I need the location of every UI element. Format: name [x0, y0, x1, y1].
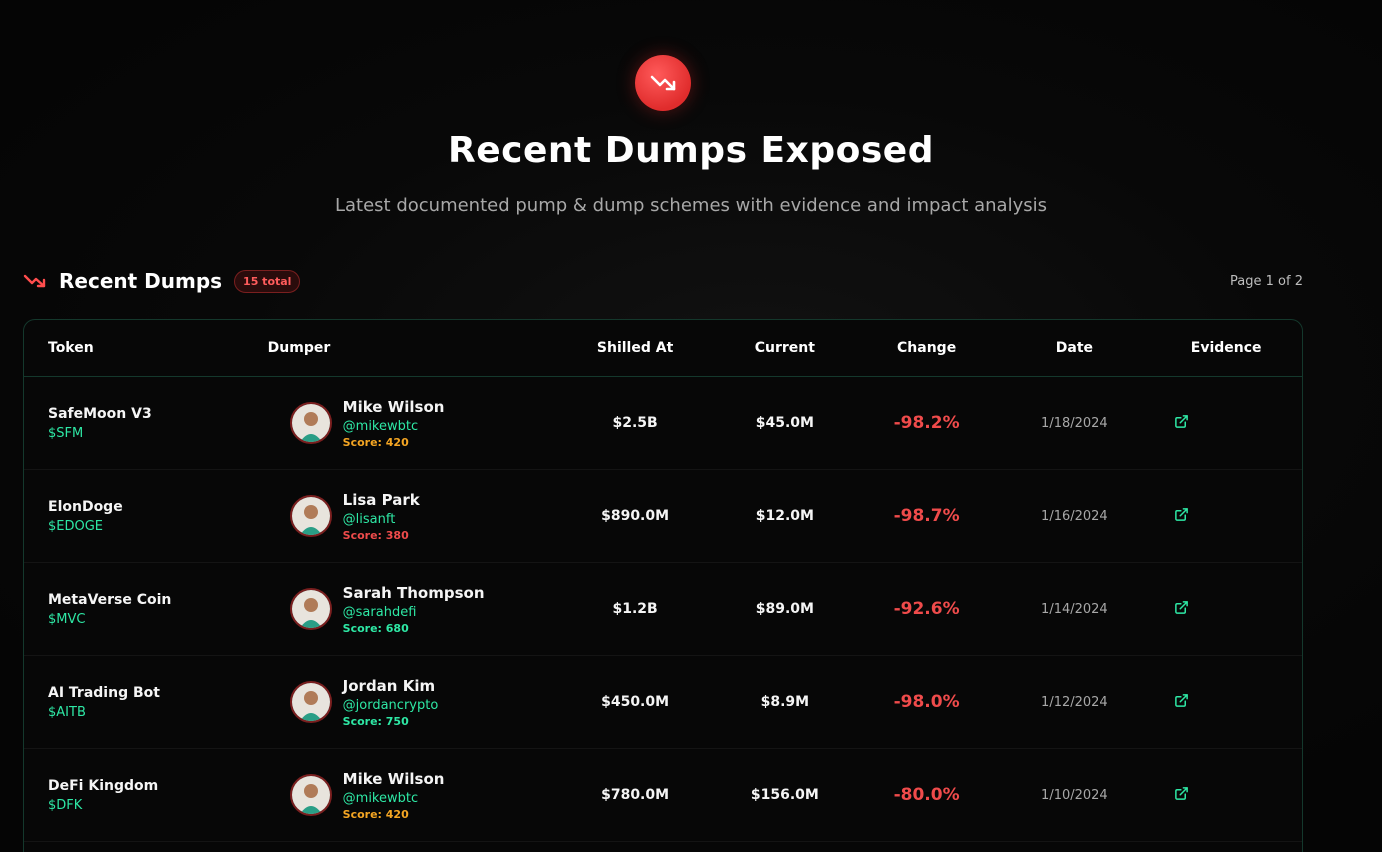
dumper-handle[interactable]: @lisanft — [343, 512, 420, 527]
change-value: -98.0% — [893, 692, 960, 712]
header-date: Date — [1055, 340, 1094, 356]
dumper-handle[interactable]: @mikewbtc — [343, 791, 445, 806]
dumper-cell: Mike Wilson @mikewbtc Score: 420 — [268, 398, 556, 449]
dumper-score: Score: 380 — [342, 528, 409, 542]
table-row[interactable]: AI Trading Bot $AITB Jordan Kim @jordanc… — [24, 656, 1302, 749]
current-value: $12.0M — [755, 508, 814, 524]
dumper-score: Score: 750 — [342, 714, 409, 728]
dumper-name[interactable]: Sarah Thompson — [343, 584, 485, 602]
header-token: Token — [48, 340, 94, 356]
dumper-cell: Sarah Thompson @sarahdefi Score: 680 — [268, 584, 556, 635]
token-symbol: $MVC — [48, 611, 86, 627]
external-link-icon[interactable] — [1173, 693, 1189, 709]
header-shilled: Shilled At — [596, 340, 674, 356]
header-dumper: Dumper — [267, 340, 331, 356]
dumper-cell: Mike Wilson @mikewbtc Score: 420 — [268, 770, 556, 821]
dump-date: 1/16/2024 — [1041, 508, 1108, 524]
token-cell: SafeMoon V3 $SFM — [24, 406, 268, 441]
dumper-name[interactable]: Jordan Kim — [343, 677, 439, 695]
dumps-table: Token Dumper Shilled At Current Change D… — [23, 319, 1303, 852]
avatar[interactable] — [289, 681, 332, 723]
token-name: SafeMoon V3 — [48, 405, 152, 422]
external-link-icon[interactable] — [1173, 600, 1189, 616]
avatar[interactable] — [289, 402, 332, 444]
token-symbol: $SFM — [48, 425, 84, 441]
header-change: Change — [897, 340, 957, 356]
total-count-badge: 15 total — [234, 269, 301, 293]
dump-date: 1/18/2024 — [1041, 415, 1108, 431]
external-link-icon[interactable] — [1173, 414, 1189, 430]
trending-down-icon — [23, 271, 49, 291]
header-current: Current — [754, 340, 815, 356]
change-value: -80.0% — [893, 785, 960, 805]
shilled-value: $450.0M — [601, 694, 670, 710]
evidence-cell — [1150, 600, 1302, 619]
token-name: DeFi Kingdom — [48, 777, 159, 794]
dumper-handle[interactable]: @jordancrypto — [343, 698, 439, 713]
dumper-name[interactable]: Mike Wilson — [343, 398, 445, 416]
dumper-cell: Lisa Park @lisanft Score: 380 — [268, 491, 556, 542]
current-value: $156.0M — [750, 787, 819, 803]
table-row[interactable]: DeFi Kingdom $DFK Mike Wilson @mikewbtc … — [24, 749, 1302, 842]
dumper-name[interactable]: Mike Wilson — [343, 770, 445, 788]
dumper-name[interactable]: Lisa Park — [343, 491, 420, 509]
dumper-score: Score: 680 — [342, 621, 409, 635]
shilled-value: $780.0M — [601, 787, 670, 803]
token-name: MetaVerse Coin — [48, 591, 172, 608]
evidence-cell — [1150, 414, 1302, 433]
table-header: Token Dumper Shilled At Current Change D… — [24, 320, 1302, 377]
evidence-cell — [1150, 507, 1302, 526]
token-symbol: $EDOGE — [48, 518, 104, 534]
dumper-cell: Jordan Kim @jordancrypto Score: 750 — [268, 677, 556, 728]
dumper-handle[interactable]: @mikewbtc — [343, 419, 445, 434]
shilled-value: $890.0M — [601, 508, 670, 524]
trending-down-icon — [635, 55, 691, 111]
avatar[interactable] — [289, 774, 332, 816]
token-name: ElonDoge — [48, 498, 123, 515]
token-name: AI Trading Bot — [48, 684, 160, 701]
section-title: Recent Dumps — [59, 269, 223, 293]
dumper-handle[interactable]: @sarahdefi — [343, 605, 485, 620]
table-row[interactable]: MetaVerse Coin $MVC Sarah Thompson @sara… — [24, 563, 1302, 656]
page-subtitle: Latest documented pump & dump schemes wi… — [334, 195, 1047, 216]
table-row[interactable]: ElonDoge $EDOGE Lisa Park @lisanft Score… — [24, 470, 1302, 563]
change-value: -98.2% — [893, 413, 960, 433]
header-evidence: Evidence — [1190, 340, 1262, 356]
table-row[interactable]: SafeMoon V3 $SFM Mike Wilson @mikewbtc S… — [24, 377, 1302, 470]
token-symbol: $AITB — [48, 704, 86, 720]
external-link-icon[interactable] — [1173, 786, 1189, 802]
avatar[interactable] — [289, 495, 332, 537]
token-symbol: $DFK — [48, 797, 83, 813]
evidence-cell — [1150, 786, 1302, 805]
section-header: Recent Dumps 15 total Page 1 of 2 — [23, 266, 1303, 296]
page-title: Recent Dumps Exposed — [448, 130, 934, 171]
dump-date: 1/12/2024 — [1041, 694, 1108, 710]
avatar[interactable] — [289, 588, 332, 630]
current-value: $45.0M — [755, 415, 814, 431]
token-cell: DeFi Kingdom $DFK — [24, 778, 268, 813]
shilled-value: $1.2B — [612, 601, 658, 617]
change-value: -98.7% — [893, 506, 960, 526]
token-cell: MetaVerse Coin $MVC — [24, 592, 268, 627]
external-link-icon[interactable] — [1173, 507, 1189, 523]
dumper-score: Score: 420 — [342, 435, 409, 449]
token-cell: ElonDoge $EDOGE — [24, 499, 268, 534]
current-value: $8.9M — [760, 694, 810, 710]
dump-date: 1/10/2024 — [1041, 787, 1108, 803]
page-indicator: Page 1 of 2 — [1230, 273, 1303, 289]
shilled-value: $2.5B — [612, 415, 658, 431]
current-value: $89.0M — [755, 601, 814, 617]
evidence-cell — [1150, 693, 1302, 712]
change-value: -92.6% — [893, 599, 960, 619]
token-cell: AI Trading Bot $AITB — [24, 685, 268, 720]
dump-date: 1/14/2024 — [1041, 601, 1108, 617]
dumper-score: Score: 420 — [342, 807, 409, 821]
